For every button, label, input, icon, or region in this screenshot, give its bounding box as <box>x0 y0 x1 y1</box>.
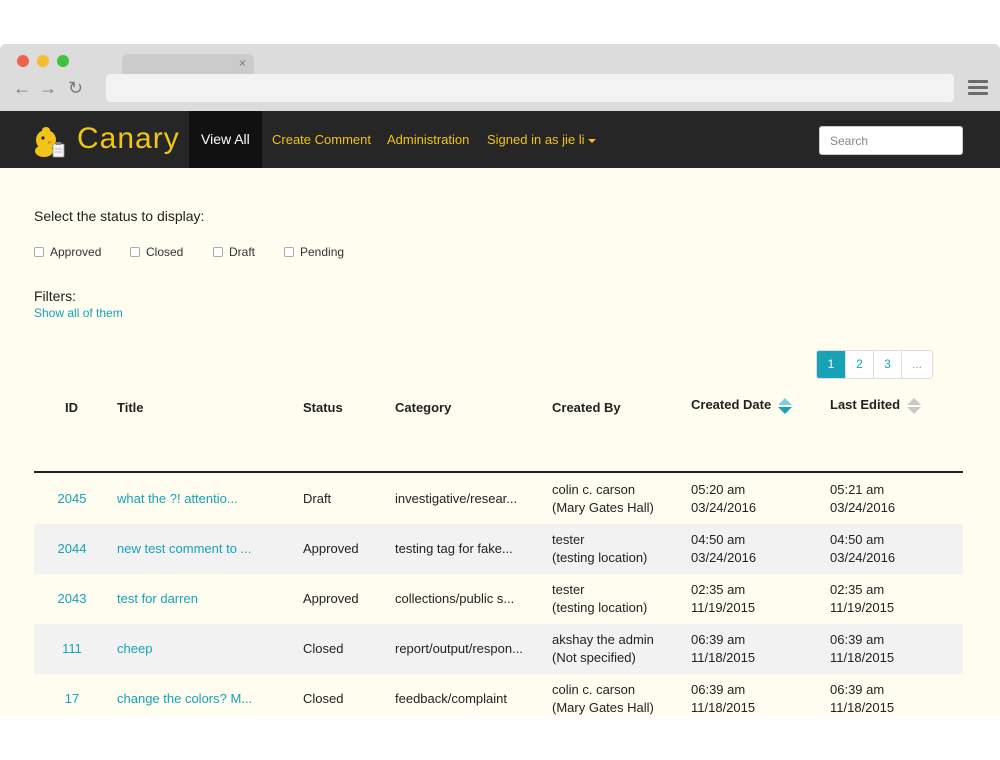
status-checkbox-draft[interactable]: Draft <box>213 245 255 259</box>
maximize-window-icon[interactable] <box>57 55 69 67</box>
checkbox-icon[interactable] <box>130 247 140 257</box>
comment-last-edited: 06:39 am 11/18/2015 <box>830 632 895 665</box>
comment-id-link[interactable]: 2045 <box>34 490 110 508</box>
comment-last-edited: 06:39 am 11/18/2015 <box>830 682 895 715</box>
reload-icon[interactable]: ↻ <box>68 77 83 99</box>
comment-created-by: colin c. carson (Mary Gates Hall) <box>552 682 654 715</box>
nav-create-comment[interactable]: Create Comment <box>272 111 371 168</box>
pagination: 1 2 3 ... <box>816 350 933 379</box>
comment-last-edited: 04:50 am 03/24/2016 <box>830 532 896 565</box>
comment-status: Draft <box>303 491 332 506</box>
back-arrow-icon[interactable]: ← <box>13 77 31 99</box>
comment-created-by: colin c. carson (Mary Gates Hall) <box>552 482 654 515</box>
comment-created-date: 06:39 am 11/18/2015 <box>691 632 756 665</box>
table-row[interactable]: 111 cheep Closed report/output/respon...… <box>34 624 963 674</box>
main-content: Select the status to display: Approved C… <box>0 168 1000 716</box>
nav-administration[interactable]: Administration <box>387 111 469 168</box>
comment-category: testing tag for fake... <box>395 541 513 556</box>
checkbox-icon[interactable] <box>213 247 223 257</box>
comment-last-edited: 02:35 am 11/19/2015 <box>830 582 895 615</box>
browser-menu-icon[interactable] <box>968 80 988 96</box>
comment-id-link[interactable]: 2043 <box>34 590 110 608</box>
comments-table-body: 2045 what the ?! attentio... Draft inves… <box>34 474 963 716</box>
nav-user-menu[interactable]: Signed in as jie li <box>487 111 596 168</box>
caret-down-icon <box>587 138 596 143</box>
search-input[interactable] <box>819 126 963 155</box>
nav-view-all[interactable]: View All <box>189 111 262 168</box>
page-2-button[interactable]: 2 <box>845 351 873 378</box>
comment-category: collections/public s... <box>395 591 515 606</box>
comment-id-link[interactable]: 17 <box>34 690 110 708</box>
canary-logo-icon <box>35 127 65 158</box>
browser-window: × ← → ↻ Canary View All Create Comment A… <box>0 44 1000 716</box>
comment-status: Approved <box>303 541 359 556</box>
comment-category: feedback/complaint <box>395 691 508 706</box>
status-checkbox-approved[interactable]: Approved <box>34 245 101 259</box>
comment-status: Closed <box>303 641 344 656</box>
table-header-divider <box>34 471 963 473</box>
forward-arrow-icon[interactable]: → <box>39 77 57 99</box>
address-bar[interactable] <box>106 74 954 102</box>
comment-created-date: 05:20 am 03/24/2016 <box>691 482 757 515</box>
column-header-id[interactable]: ID <box>65 400 78 416</box>
status-filter-heading: Select the status to display: <box>34 208 205 224</box>
user-menu-label: Signed in as jie li <box>487 132 585 147</box>
comment-created-date: 06:39 am 11/18/2015 <box>691 682 756 715</box>
status-checkbox-closed[interactable]: Closed <box>130 245 183 259</box>
browser-tab[interactable]: × <box>122 54 254 74</box>
checkbox-icon[interactable] <box>34 247 44 257</box>
table-row[interactable]: 2045 what the ?! attentio... Draft inves… <box>34 474 963 524</box>
comment-title-link[interactable]: cheep <box>117 640 152 658</box>
comment-last-edited: 05:21 am 03/24/2016 <box>830 482 896 515</box>
column-header-created-date[interactable]: Created Date <box>691 397 793 414</box>
column-header-title[interactable]: Title <box>117 400 144 416</box>
comment-category: investigative/resear... <box>395 491 518 506</box>
tab-close-icon[interactable]: × <box>239 56 246 70</box>
column-header-last-edited[interactable]: Last Edited <box>830 397 922 414</box>
page-3-button[interactable]: 3 <box>873 351 901 378</box>
filters-heading: Filters: <box>34 288 76 304</box>
sort-icon[interactable] <box>907 397 922 414</box>
comment-id-link[interactable]: 111 <box>34 640 110 658</box>
show-all-link[interactable]: Show all of them <box>34 306 123 320</box>
column-header-category[interactable]: Category <box>395 400 451 416</box>
page-1-button[interactable]: 1 <box>817 351 845 378</box>
comment-status: Closed <box>303 691 344 706</box>
close-window-icon[interactable] <box>17 55 29 67</box>
column-header-created-by[interactable]: Created By <box>552 400 621 416</box>
comment-title-link[interactable]: new test comment to ... <box>117 540 251 558</box>
column-header-status[interactable]: Status <box>303 400 343 416</box>
comment-title-link[interactable]: change the colors? M... <box>117 690 252 708</box>
comment-title-link[interactable]: what the ?! attentio... <box>117 490 238 508</box>
comment-title-link[interactable]: test for darren <box>117 590 198 608</box>
comment-status: Approved <box>303 591 359 606</box>
table-row[interactable]: 2043 test for darren Approved collection… <box>34 574 963 624</box>
comment-id-link[interactable]: 2044 <box>34 540 110 558</box>
table-row[interactable]: 2044 new test comment to ... Approved te… <box>34 524 963 574</box>
comment-created-date: 02:35 am 11/19/2015 <box>691 582 756 615</box>
comment-category: report/output/respon... <box>395 641 523 656</box>
browser-chrome: × ← → ↻ <box>0 44 1000 111</box>
sort-icon[interactable] <box>778 397 793 414</box>
comment-created-by: tester (testing location) <box>552 532 648 565</box>
brand-name[interactable]: Canary <box>77 119 180 159</box>
app-navbar: Canary View All Create Comment Administr… <box>0 111 1000 168</box>
checkbox-icon[interactable] <box>284 247 294 257</box>
status-checkbox-pending[interactable]: Pending <box>284 245 344 259</box>
page-more-button[interactable]: ... <box>901 351 932 378</box>
comment-created-by: akshay the admin (Not specified) <box>552 632 654 665</box>
comment-created-date: 04:50 am 03/24/2016 <box>691 532 757 565</box>
comment-created-by: tester (testing location) <box>552 582 648 615</box>
table-row[interactable]: 17 change the colors? M... Closed feedba… <box>34 674 963 716</box>
minimize-window-icon[interactable] <box>37 55 49 67</box>
